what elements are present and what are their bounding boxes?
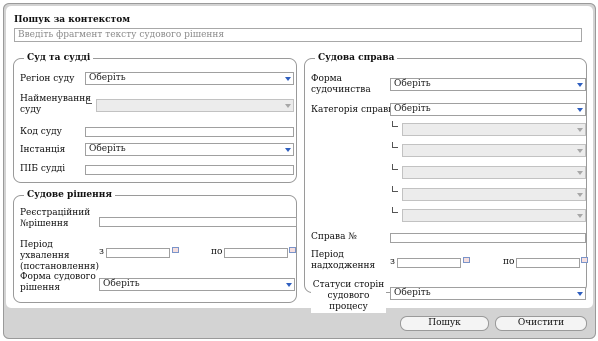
calendar-icon[interactable] (581, 257, 588, 263)
chevron-down-icon (285, 102, 292, 109)
case-legend: Судова справа (318, 53, 395, 63)
case-category-label: Категорія справи (311, 105, 395, 115)
chevron-down-icon (286, 281, 293, 288)
chevron-down-icon (577, 191, 584, 198)
case-number-label: Справа № (311, 232, 357, 242)
instance-select[interactable]: Оберіть (85, 143, 294, 156)
judge-name-label: ПІБ судді (20, 164, 66, 174)
chevron-down-icon (285, 75, 292, 82)
context-search-placeholder: Введіть фрагмент тексту судового рішення (18, 30, 225, 40)
calendar-icon[interactable] (289, 247, 296, 253)
case-category-value: Оберіть (394, 104, 431, 114)
decision-form-label: Форма судового рішення (20, 272, 96, 293)
decision-form-select[interactable]: Оберіть (99, 278, 295, 291)
search-button[interactable]: Пошук (400, 316, 489, 331)
region-select[interactable]: Оберіть (85, 72, 294, 85)
tree-branch-icon (392, 164, 398, 170)
proceeding-form-label: Форма судочинства (311, 74, 371, 95)
decision-date-from-input[interactable] (106, 248, 170, 258)
search-form-panel: Пошук за контекстом Введіть фрагмент тек… (6, 6, 593, 313)
receipt-date-to-input[interactable] (516, 258, 580, 268)
party-status-label: Статуси сторін судового процесу (311, 280, 386, 313)
chevron-down-icon (577, 106, 584, 113)
search-form-frame: Пошук за контекстом Введіть фрагмент тек… (3, 3, 596, 339)
receipt-from-label: з (390, 257, 395, 267)
chevron-down-icon (577, 169, 584, 176)
party-status-select[interactable]: Оберіть (390, 287, 586, 300)
tree-branch-icon (392, 207, 398, 213)
decision-legend: Судове рішення (27, 190, 112, 200)
decision-to-label: по (211, 247, 223, 257)
decision-date-to-input[interactable] (224, 248, 288, 258)
receipt-date-from-input[interactable] (397, 258, 461, 268)
subcategory-select-2[interactable] (402, 144, 586, 157)
chevron-down-icon (577, 126, 584, 133)
calendar-icon[interactable] (463, 257, 470, 263)
region-label: Регіон суду (20, 74, 75, 84)
tree-branch-icon (392, 121, 398, 127)
receipt-to-label: по (503, 257, 515, 267)
instance-label: Інстанція (20, 145, 66, 155)
region-select-value: Оберіть (89, 73, 126, 83)
court-legend: Суд та судді (27, 53, 91, 63)
case-number-input[interactable] (390, 233, 586, 243)
calendar-icon[interactable] (172, 247, 179, 253)
case-category-select[interactable]: Оберіть (390, 103, 586, 116)
receipt-period-label: Період надходження (311, 250, 376, 271)
chevron-down-icon (577, 81, 584, 88)
proceeding-form-select[interactable]: Оберіть (390, 78, 586, 91)
court-name-select[interactable] (96, 99, 294, 112)
judge-name-input[interactable] (85, 165, 294, 175)
tree-branch-icon (392, 142, 398, 148)
chevron-down-icon (285, 146, 292, 153)
decision-period-label: Період ухвалення (постановлення) (20, 240, 100, 272)
court-code-input[interactable] (85, 127, 294, 137)
subcategory-select-3[interactable] (402, 166, 586, 179)
instance-select-value: Оберіть (89, 144, 126, 154)
court-name-label: Найменування суду (20, 94, 91, 115)
tree-branch-icon (392, 186, 398, 192)
tree-branch-icon (86, 98, 92, 104)
decision-from-label: з (99, 247, 104, 257)
context-search-input[interactable]: Введіть фрагмент тексту судового рішення (14, 28, 582, 42)
subcategory-select-1[interactable] (402, 123, 586, 136)
reg-number-input[interactable] (99, 217, 297, 227)
subcategory-select-4[interactable] (402, 188, 586, 201)
context-search-title: Пошук за контекстом (14, 15, 131, 25)
proceeding-form-value: Оберіть (394, 79, 431, 89)
subcategory-select-5[interactable] (402, 209, 586, 222)
party-status-value: Оберіть (394, 288, 431, 298)
court-code-label: Код суду (20, 127, 62, 137)
reg-number-label: Реєстраційний №рішення (20, 208, 91, 229)
chevron-down-icon (577, 290, 584, 297)
clear-button[interactable]: Очистити (495, 316, 587, 331)
chevron-down-icon (577, 147, 584, 154)
decision-form-value: Оберіть (103, 279, 140, 289)
chevron-down-icon (577, 212, 584, 219)
